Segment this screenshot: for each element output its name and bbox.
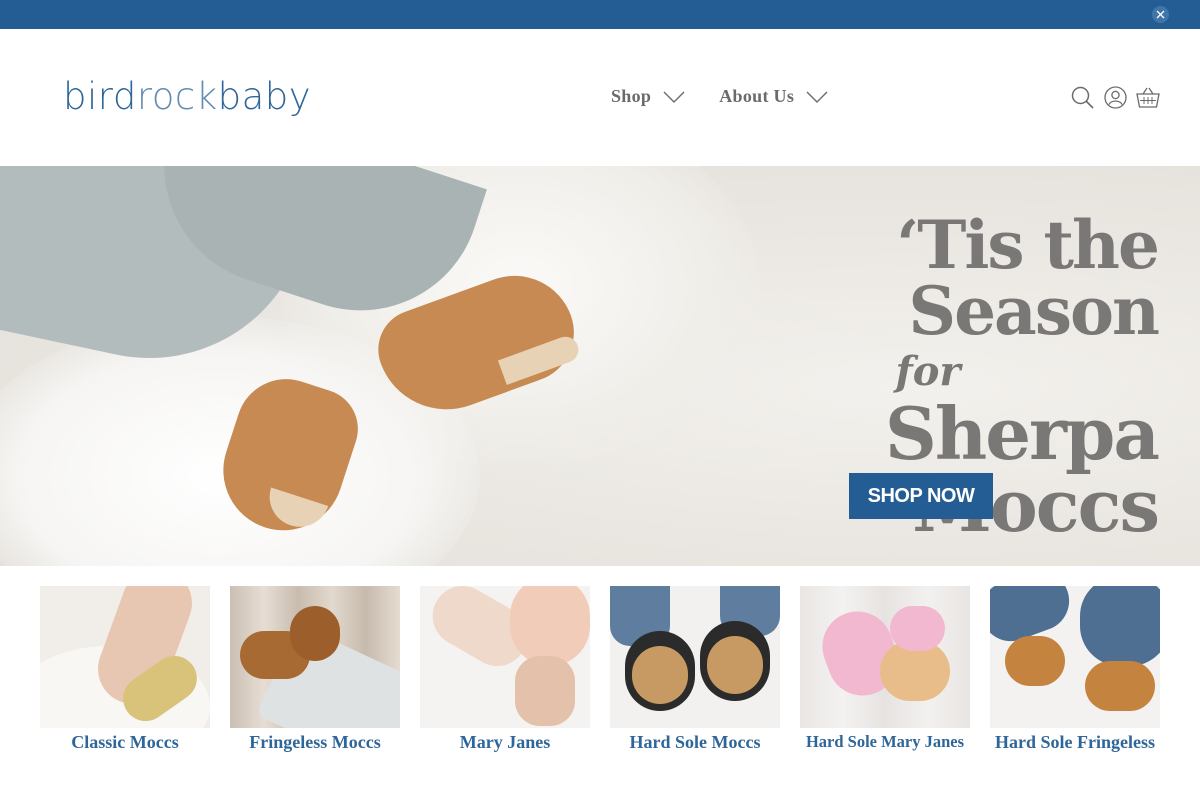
close-announcement-button[interactable] (1152, 6, 1169, 23)
account-icon (1103, 85, 1127, 109)
nav-shop[interactable]: Shop (611, 86, 685, 107)
category-tile-fringeless-moccs[interactable]: Fringeless Moccs (230, 586, 400, 753)
search-button[interactable] (1070, 85, 1094, 109)
category-label: Classic Moccs (71, 732, 179, 752)
hero-headline-line1: ‘Tis the Season (896, 206, 1160, 350)
category-label: Fringeless Moccs (249, 732, 381, 752)
hero-headline-line3: Sherpa Moccs (884, 391, 1160, 548)
nav-about-us-label: About Us (719, 86, 795, 106)
logo-text-baby: baby (217, 75, 312, 118)
hero-banner: ‘Tis the Season for Sherpa Moccs SHOP NO… (0, 166, 1200, 566)
category-tile-hard-sole-moccs[interactable]: Hard Sole Moccs (610, 586, 780, 753)
category-image (230, 586, 400, 728)
category-label: Hard Sole Moccs (629, 732, 761, 752)
category-image (800, 586, 970, 728)
category-tile-hard-sole-mary-janes[interactable]: Hard Sole Mary Janes (800, 586, 970, 753)
chevron-down-icon (663, 91, 685, 103)
cart-icon (1136, 87, 1160, 108)
announcement-bar (0, 0, 1200, 29)
category-grid: Classic Moccs Fringeless Moccs Mary Jane… (40, 586, 1160, 753)
category-tile-mary-janes[interactable]: Mary Janes (420, 586, 590, 753)
account-button[interactable] (1103, 85, 1127, 109)
category-tile-hard-sole-fringeless[interactable]: Hard Sole Fringeless (990, 586, 1160, 753)
category-label: Hard Sole Mary Janes (805, 732, 965, 751)
category-label: Mary Janes (459, 732, 551, 752)
header-icons (1070, 85, 1160, 109)
category-image (990, 586, 1160, 728)
nav-about-us[interactable]: About Us (719, 86, 828, 107)
site-header: birdrockbaby Shop About Us (0, 29, 1200, 166)
search-icon (1071, 86, 1094, 109)
category-image (40, 586, 210, 728)
chevron-down-icon (806, 91, 828, 103)
logo-text-bird: bird (63, 75, 137, 118)
logo-text-rock: rock (136, 75, 218, 118)
brand-logo[interactable]: birdrockbaby (63, 75, 311, 118)
cart-button[interactable] (1136, 85, 1160, 109)
close-icon (1156, 10, 1165, 19)
category-tile-classic-moccs[interactable]: Classic Moccs (40, 586, 210, 753)
shop-now-button[interactable]: SHOP NOW (849, 473, 993, 519)
category-label: Hard Sole Fringeless (995, 732, 1155, 752)
category-image (610, 586, 780, 728)
category-image (420, 586, 590, 728)
hero-headline-line2: for (895, 348, 961, 395)
nav-shop-label: Shop (611, 86, 652, 106)
main-nav: Shop About Us (611, 86, 828, 107)
